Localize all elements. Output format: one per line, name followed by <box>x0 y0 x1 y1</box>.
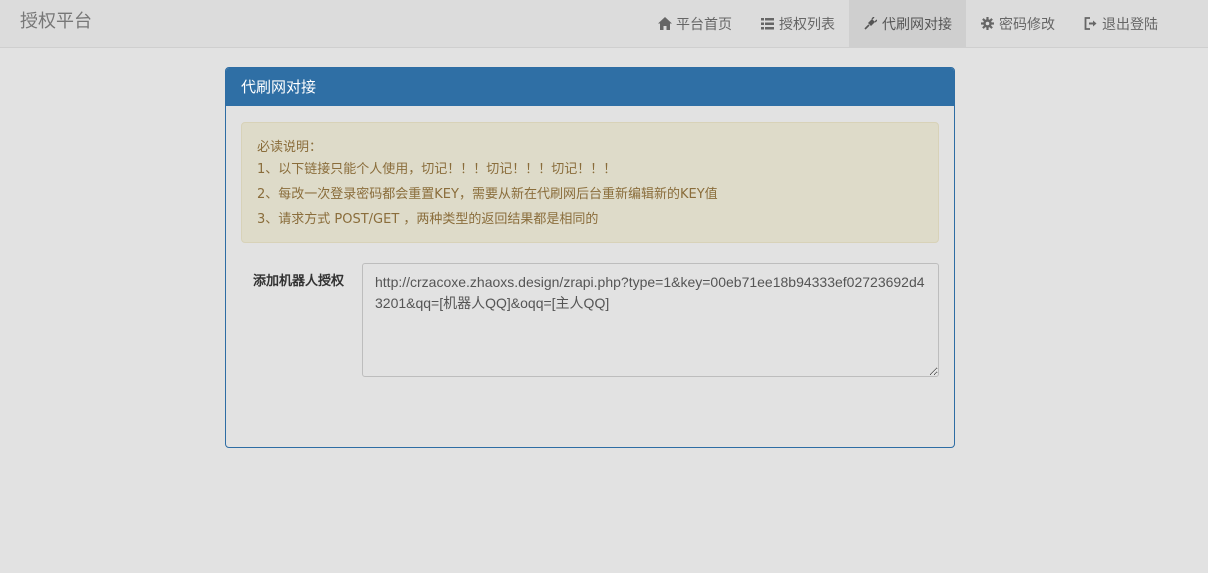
robot-auth-url-textarea[interactable]: http://crzacoxe.zhaoxs.design/zrapi.php?… <box>362 263 939 377</box>
dock-panel: 代刷网对接 必读说明： 1、以下链接只能个人使用，切记！！！切记！！！切记！！！… <box>225 67 955 448</box>
panel-title: 代刷网对接 <box>226 68 954 106</box>
notice-line-3: 3、请求方式 POST/GET ，两种类型的返回结果都是相同的 <box>257 212 599 227</box>
notice-alert: 必读说明： 1、以下链接只能个人使用，切记！！！切记！！！切记！！！ 2、每改一… <box>241 122 939 243</box>
plug-icon <box>863 16 878 31</box>
nav-item-label: 平台首页 <box>676 16 732 33</box>
nav-item-label: 密码修改 <box>999 16 1055 33</box>
nav-item-logout[interactable]: 退出登陆 <box>1069 0 1172 47</box>
nav-item-password[interactable]: 密码修改 <box>966 0 1069 47</box>
nav-menu: 平台首页 授权列表 代刷网对接 密码修改 退出登陆 <box>643 0 1172 47</box>
nav-item-label: 退出登陆 <box>1102 16 1158 33</box>
nav-item-home[interactable]: 平台首页 <box>643 0 746 47</box>
brand-title[interactable]: 授权平台 <box>20 11 92 33</box>
logout-icon <box>1083 16 1098 31</box>
notice-line-2: 2、每改一次登录密码都会重置KEY，需要从新在代刷网后台重新编辑新的KEY值 <box>257 187 718 202</box>
home-icon <box>657 16 672 31</box>
gear-icon <box>980 16 995 31</box>
list-icon <box>760 16 775 31</box>
nav-item-dock[interactable]: 代刷网对接 <box>849 0 966 47</box>
nav-item-label: 授权列表 <box>779 16 835 33</box>
robot-auth-label: 添加机器人授权 <box>252 274 344 289</box>
nav-item-label: 代刷网对接 <box>882 16 952 33</box>
notice-line-1: 1、以下链接只能个人使用，切记！！！切记！！！切记！！！ <box>257 162 617 177</box>
nav-item-auth-list[interactable]: 授权列表 <box>746 0 849 47</box>
notice-heading: 必读说明： <box>257 140 323 155</box>
top-navbar: 授权平台 平台首页 授权列表 代刷网对接 密码修改 退出登陆 <box>0 0 1208 48</box>
